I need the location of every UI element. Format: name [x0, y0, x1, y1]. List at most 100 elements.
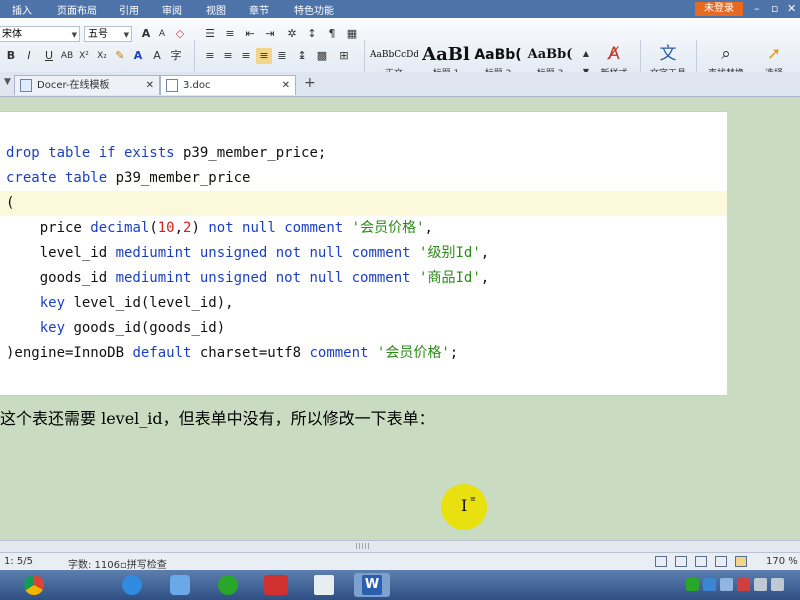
outline-view-icon[interactable]: [735, 556, 747, 567]
status-bar: 1: 5/5 字数: 1106 ▫拼写检查 170 %: [0, 552, 800, 571]
show-marks-icon[interactable]: ¶: [324, 26, 340, 42]
tab-3-doc[interactable]: 3.doc ✕: [160, 75, 296, 95]
bullets-icon[interactable]: ☰: [202, 26, 218, 42]
font-name-value: 宋体: [2, 29, 22, 40]
style-sample: AaBb(: [527, 47, 573, 62]
line-spacing-icon[interactable]: ↨: [294, 48, 310, 64]
menu-page-layout[interactable]: 页面布局: [57, 2, 97, 17]
live-app-icon[interactable]: [258, 573, 294, 597]
chinese-layout-icon[interactable]: ✲: [284, 26, 300, 42]
char-shading-icon[interactable]: A: [149, 48, 165, 64]
login-button[interactable]: 未登录: [695, 2, 743, 16]
italic-icon[interactable]: I: [21, 48, 37, 64]
tray-app-icon[interactable]: [720, 578, 733, 591]
print-layout-icon[interactable]: [675, 556, 687, 567]
chevron-down-icon: ▼: [71, 31, 77, 39]
restore-icon[interactable]: ▫: [771, 2, 778, 15]
tray-app-icon[interactable]: [686, 578, 699, 591]
code-line: level_id mediumint unsigned not null com…: [6, 245, 490, 261]
decrease-indent-icon[interactable]: ⇤: [242, 26, 258, 42]
tab-docer-templates[interactable]: Docer-在线模板 ✕: [14, 75, 160, 95]
spell-check-toggle[interactable]: ▫拼写检查: [120, 556, 167, 571]
window-app-icon[interactable]: [306, 573, 342, 597]
network-icon[interactable]: [754, 578, 767, 591]
docer-icon: [20, 79, 32, 92]
full-screen-icon[interactable]: [695, 556, 707, 567]
close-icon[interactable]: ✕: [787, 2, 796, 15]
tab-menu-icon[interactable]: ▼: [4, 77, 11, 87]
paragraph-mark-icon: ≡: [470, 495, 476, 503]
grow-font-icon[interactable]: A: [138, 26, 154, 42]
font-size-select[interactable]: 五号 ▼: [84, 26, 132, 42]
shading-icon[interactable]: ▩: [314, 48, 330, 64]
distribute-icon[interactable]: ≣: [274, 48, 290, 64]
document-icon: [166, 79, 178, 92]
body-paragraph: 这个表还需要 level_id，但表单中没有，所以修改一下表单：: [0, 409, 435, 428]
align-right-icon[interactable]: ≡: [238, 48, 254, 64]
code-line: drop table if exists p39_member_price;: [6, 145, 327, 161]
code-line: create table p39_member_price: [6, 170, 251, 186]
volume-icon[interactable]: [771, 578, 784, 591]
code-line: key level_id(level_id),: [39, 295, 234, 311]
code-line: price decimal(10,2) not null comment '会员…: [6, 220, 433, 236]
minimize-icon[interactable]: –: [754, 2, 760, 15]
document-area[interactable]: drop table if exists p39_member_price; c…: [0, 97, 800, 540]
code-line: (: [6, 195, 15, 211]
border-icon[interactable]: ⊞: [336, 48, 352, 64]
code-block[interactable]: drop table if exists p39_member_price; c…: [0, 111, 727, 396]
tray-app-icon[interactable]: [703, 578, 716, 591]
font-name-select[interactable]: 宋体 ▼: [0, 26, 80, 42]
scroll-grip[interactable]: [356, 543, 370, 549]
ibeam-cursor-icon: I: [461, 496, 468, 515]
zoom-level[interactable]: 170 %: [766, 556, 798, 567]
sort-icon[interactable]: ↕: [304, 26, 320, 42]
ie-icon[interactable]: [114, 573, 150, 597]
code-line: key goods_id(goods_id): [39, 320, 226, 336]
superscript-icon[interactable]: X²: [76, 48, 92, 64]
menu-bar: 插入 页面布局 引用 审阅 视图 章节 特色功能 未登录 – ▫ ✕: [0, 0, 800, 18]
word-count[interactable]: 字数: 1106: [68, 556, 120, 571]
menu-review[interactable]: 审阅: [162, 2, 182, 17]
close-tab-icon[interactable]: ✕: [282, 76, 290, 96]
media-player-icon[interactable]: [210, 573, 246, 597]
code-line: )engine=InnoDB default charset=utf8 comm…: [6, 345, 459, 361]
new-tab-icon[interactable]: +: [304, 75, 316, 91]
horizontal-scrollbar[interactable]: [0, 540, 800, 552]
align-center-icon[interactable]: ≡: [220, 48, 236, 64]
bold-icon[interactable]: B: [3, 48, 19, 64]
borders-icon[interactable]: ▦: [344, 26, 360, 42]
chrome-icon[interactable]: [16, 573, 52, 597]
style-sample: AaBbCcDd: [370, 50, 418, 60]
tab-label: Docer-在线模板: [37, 80, 110, 91]
binoculars-icon: ⌕: [721, 44, 731, 64]
menu-view[interactable]: 视图: [206, 2, 226, 17]
highlight-icon[interactable]: ✎: [112, 48, 128, 64]
close-tab-icon[interactable]: ✕: [146, 76, 154, 96]
align-left-icon[interactable]: ≡: [202, 48, 218, 64]
tray-app-icon[interactable]: [737, 578, 750, 591]
strikethrough-icon[interactable]: AB: [59, 48, 75, 64]
menu-special-features[interactable]: 特色功能: [294, 2, 334, 17]
increase-indent-icon[interactable]: ⇥: [262, 26, 278, 42]
subscript-icon[interactable]: X₂: [94, 48, 110, 64]
menu-section[interactable]: 章节: [249, 2, 269, 17]
style-sample: AaBb(: [474, 47, 522, 63]
tab-label: 3.doc: [183, 80, 211, 91]
clear-format-icon[interactable]: ◇: [172, 26, 188, 42]
wps-writer-icon[interactable]: W: [354, 573, 390, 597]
phonetic-icon[interactable]: 字: [168, 48, 184, 64]
underline-icon[interactable]: U: [41, 48, 57, 64]
chevron-down-icon: ▼: [123, 31, 129, 39]
menu-insert[interactable]: 插入: [12, 2, 32, 17]
document-tabs: ▼ Docer-在线模板 ✕ 3.doc ✕ +: [0, 72, 800, 97]
cloud-app-icon[interactable]: [162, 573, 198, 597]
cursor-arrow-icon: ➚: [766, 44, 782, 64]
numbering-icon[interactable]: ≡: [222, 26, 238, 42]
font-color-icon[interactable]: A: [130, 48, 146, 64]
fit-page-icon[interactable]: [655, 556, 667, 567]
menu-references[interactable]: 引用: [119, 2, 139, 17]
mouse-cursor-highlight: I ≡: [441, 484, 487, 530]
shrink-font-icon[interactable]: A: [154, 26, 170, 42]
justify-icon[interactable]: ≡: [256, 48, 272, 64]
web-layout-icon[interactable]: [715, 556, 727, 567]
